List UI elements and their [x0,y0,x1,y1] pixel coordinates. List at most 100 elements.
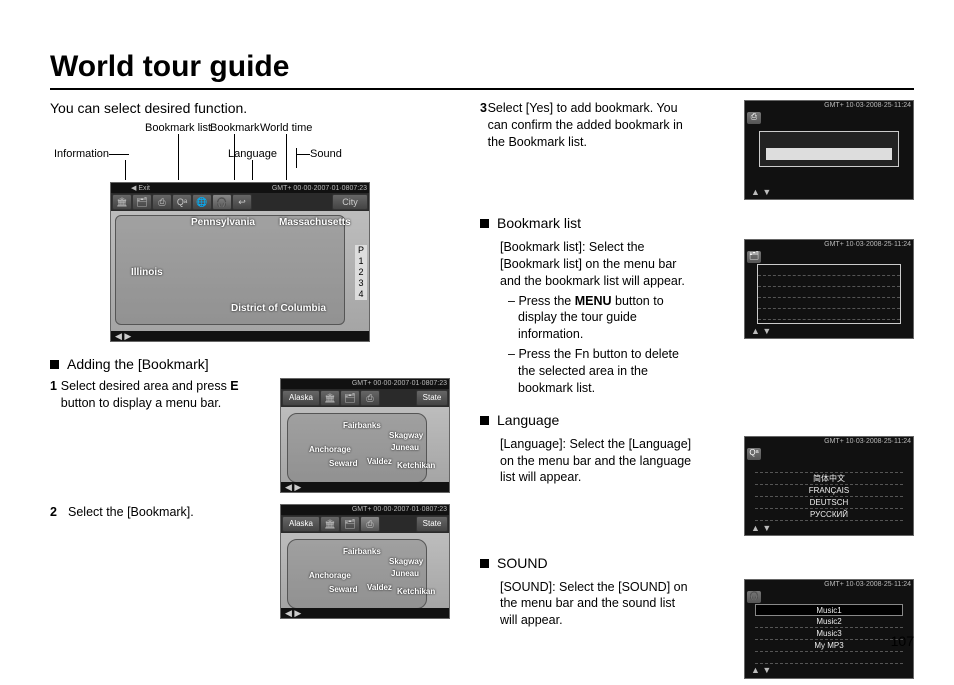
lr-arrows[interactable]: ◀ ▶ [285,607,301,619]
shot-timestamp: GMT+ 10·03·2008·25·11:24 [824,240,911,249]
place-label: Anchorage [309,445,351,456]
shot-timestamp: GMT+ 00·00·2007·01·0807:23 [352,379,447,388]
list-item[interactable]: Music2 [755,616,903,628]
list-item[interactable]: My MP3 [755,640,903,652]
place-label: Juneau [391,569,419,580]
callout-sound: Sound [310,148,342,160]
list-item[interactable]: FRANÇAIS [755,485,903,497]
info-icon[interactable]: 🏛 [112,194,132,210]
step-number: 1 [50,378,61,412]
bookmark-icon[interactable]: ⎙ [360,516,380,532]
square-bullet-icon [480,416,489,425]
sidenum: 4 [355,289,367,300]
place-label: Skagway [389,431,423,442]
list-item[interactable]: Music3 [755,628,903,640]
sound-icon[interactable]: 🎧 [212,194,232,210]
bookmark-list-heading: Bookmark list [480,214,914,233]
bookmark-icon[interactable]: ⎙ [360,390,380,406]
state-button[interactable]: State [416,390,448,406]
language-icon[interactable]: Qᵃ [172,194,192,210]
state-button[interactable]: State [416,516,448,532]
alaska-screenshot-1: GMT+ 00·00·2007·01·0807:23 Alaska 🏛 🗂 ⎙ … [280,378,450,493]
place-massachusetts: Massachusetts [279,217,351,228]
place-label: Fairbanks [343,547,381,558]
list-item[interactable]: DEUTSCH [755,497,903,509]
sound-screenshot: GMT+ 10·03·2008·25·11:24 🎧 Music1 Music2… [744,579,914,679]
usa-map: Pennsylvania Massachusetts Illinois Dist… [111,211,369,331]
place-label: Valdez [367,583,392,594]
step-number: 2 [50,504,68,521]
confirm-box [759,131,899,167]
step2-text: Select the [Bookmark]. [68,504,194,521]
ud-arrows[interactable]: ▲ ▼ [751,325,771,337]
sound-text: [SOUND]: Select the [SOUND] on the menu … [480,579,695,630]
bookmark-list-icon[interactable]: 🗂 [340,516,360,532]
ud-arrows[interactable]: ▲ ▼ [751,522,771,534]
step-number: 3 [480,100,488,151]
bookmark-list-box [757,264,901,324]
bookmark-list-icon[interactable]: 🗂 [132,194,152,210]
place-label: Ketchikan [397,587,435,598]
bookmark-icon[interactable]: ⎙ [152,194,172,210]
right-column: 3 Select [Yes] to add bookmark. You can … [480,100,914,685]
callout-bookmark: Bookmark [210,122,260,134]
intro-text: You can select desired function. [50,100,450,116]
list-item[interactable]: Music1 [755,604,903,616]
shot-timestamp: GMT+ 00·00·2007·01·0807:23 [272,185,367,192]
info-icon[interactable]: 🏛 [320,516,340,532]
lr-arrows[interactable]: ◀ ▶ [115,331,131,342]
bookmark-icon: ⎙ [747,112,761,124]
left-column: You can select desired function. Bookmar… [50,100,450,685]
list-item[interactable]: РУССКИЙ [755,509,903,521]
place-label: Seward [329,585,357,596]
step1-text: Select desired area and press E button t… [61,378,265,412]
shot-timestamp: GMT+ 10·03·2008·25·11:24 [824,101,911,110]
info-icon[interactable]: 🏛 [320,390,340,406]
ud-arrows[interactable]: ▲ ▼ [751,186,771,198]
callout-language: Language [228,148,277,160]
square-bullet-icon [50,360,59,369]
shot-timestamp: GMT+ 00·00·2007·01·0807:23 [352,505,447,514]
bookmark-list-screenshot: GMT+ 10·03·2008·25·11:24 🗂 ▲ ▼ [744,239,914,339]
content-columns: You can select desired function. Bookmar… [50,100,914,685]
bookmark-list-dash1: – Press the MENU button to display the t… [500,293,695,344]
map-top-strip: ◀ Exit GMT+ 00·00·2007·01·0807:23 [111,183,369,193]
bookmark-list-dash2: – Press the Fn button to delete the sele… [500,346,695,397]
icon-callout-area: Bookmark list Bookmark World time Inform… [50,122,450,182]
page-title: World tour guide [50,50,914,90]
square-bullet-icon [480,559,489,568]
place-label: Ketchikan [397,461,435,472]
language-list: 简体中文 FRANÇAIS DEUTSCH РУССКИЙ [755,461,903,523]
square-bullet-icon [480,219,489,228]
alaska-screenshot-2: GMT+ 00·00·2007·01·0807:23 Alaska 🏛 🗂 ⎙ … [280,504,450,619]
place-label: Juneau [391,443,419,454]
city-button[interactable]: City [332,194,368,210]
sidenum: 2 [355,267,367,278]
place-label: Anchorage [309,571,351,582]
back-icon[interactable]: ↩ [232,194,252,210]
step3-text: Select [Yes] to add bookmark. You can co… [488,100,695,151]
place-label: Skagway [389,557,423,568]
alaska-button[interactable]: Alaska [282,516,320,532]
shot-timestamp: GMT+ 10·03·2008·25·11:24 [824,580,911,589]
lr-arrows[interactable]: ◀ ▶ [285,481,301,493]
sidenum: 1 [355,256,367,267]
callout-bookmark-list: Bookmark list [145,122,211,134]
bookmark-list-icon: 🗂 [747,251,761,263]
list-item[interactable]: 简体中文 [755,473,903,485]
place-illinois: Illinois [131,267,163,278]
bookmark-list-text: [Bookmark list]: Select the [Bookmark li… [500,239,695,290]
place-dc: District of Columbia [231,303,326,314]
sound-list: Music1 Music2 Music3 My MP3 [755,604,903,666]
bookmark-list-icon[interactable]: 🗂 [340,390,360,406]
sidenum: P [355,245,367,256]
place-label: Fairbanks [343,421,381,432]
language-screenshot: GMT+ 10·03·2008·25·11:24 Qᵃ 简体中文 FRANÇAI… [744,436,914,536]
world-time-icon[interactable]: 🌐 [192,194,212,210]
callout-world-time: World time [260,122,312,134]
shot-timestamp: GMT+ 10·03·2008·25·11:24 [824,437,911,446]
adding-bookmark-body: 1 Select desired area and press E button… [50,378,450,622]
alaska-button[interactable]: Alaska [282,390,320,406]
ud-arrows[interactable]: ▲ ▼ [751,664,771,676]
map-icon-bar: 🏛 🗂 ⎙ Qᵃ 🌐 🎧 ↩ City [111,193,369,211]
